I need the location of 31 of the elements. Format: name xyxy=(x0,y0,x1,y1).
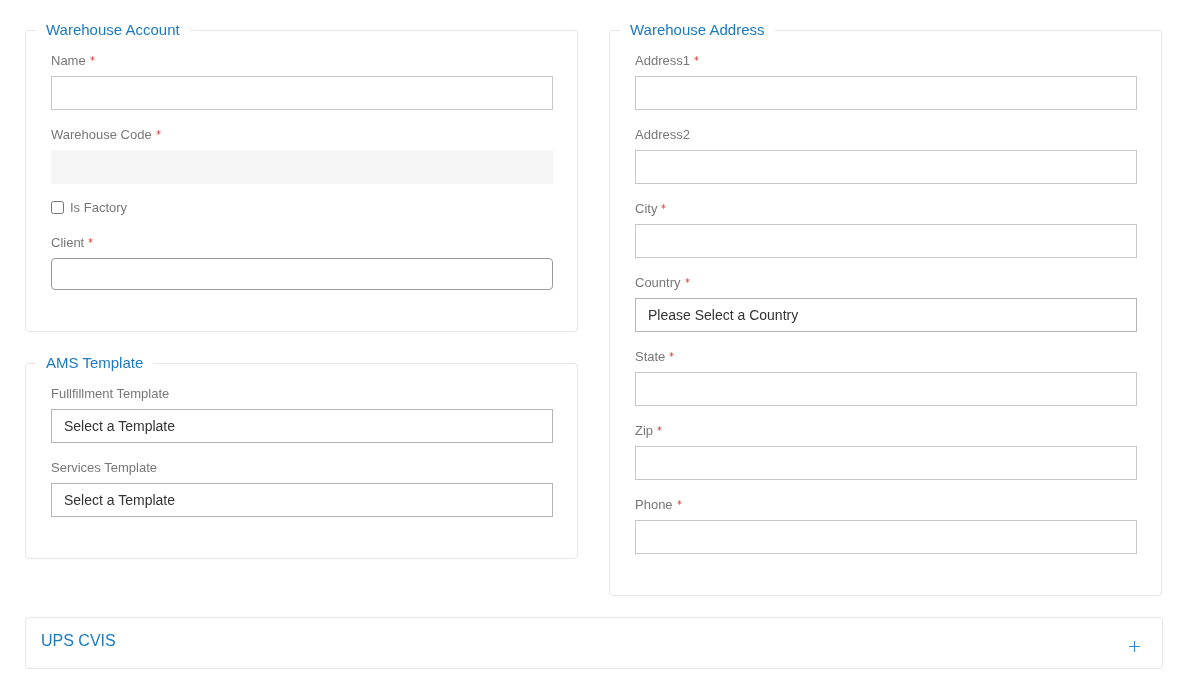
input-field[interactable] xyxy=(51,258,553,290)
field-label: Name xyxy=(51,53,86,69)
field-label: Country xyxy=(635,275,681,291)
checkbox-label: Is Factory xyxy=(70,200,128,215)
input-field[interactable] xyxy=(635,520,1137,554)
field-label: Warehouse Code xyxy=(51,127,152,143)
field-label: Services Template xyxy=(51,460,157,476)
field-label: Zip xyxy=(635,423,654,439)
select-field[interactable]: Select a Template xyxy=(51,409,553,443)
field-label: City xyxy=(635,201,658,217)
field-label: Phone xyxy=(635,497,673,513)
field-label: State xyxy=(635,349,666,365)
input-field[interactable] xyxy=(635,446,1137,480)
checkbox[interactable] xyxy=(51,201,64,214)
field-label: Fullfillment Template xyxy=(51,386,170,402)
select-field[interactable]: Select a Template xyxy=(51,483,553,517)
field-label: Address2 xyxy=(635,127,690,143)
field-label: Address1 xyxy=(635,53,690,69)
panel-title: UPS CVIS xyxy=(41,632,116,650)
input-field[interactable] xyxy=(635,224,1137,258)
input-field[interactable] xyxy=(51,76,553,110)
input-field[interactable] xyxy=(635,372,1137,406)
plus-icon[interactable] xyxy=(1129,640,1140,652)
field-label: Client xyxy=(51,235,85,251)
select-field[interactable]: Please Select a Country xyxy=(635,298,1137,332)
section-title: Warehouse Address xyxy=(629,20,766,40)
section-title: AMS Template xyxy=(45,353,145,373)
input-field[interactable] xyxy=(635,76,1137,110)
section-title: Warehouse Account xyxy=(45,20,181,40)
collapsible-panel[interactable]: UPS CVIS xyxy=(25,617,1163,669)
input-field[interactable] xyxy=(635,150,1137,184)
